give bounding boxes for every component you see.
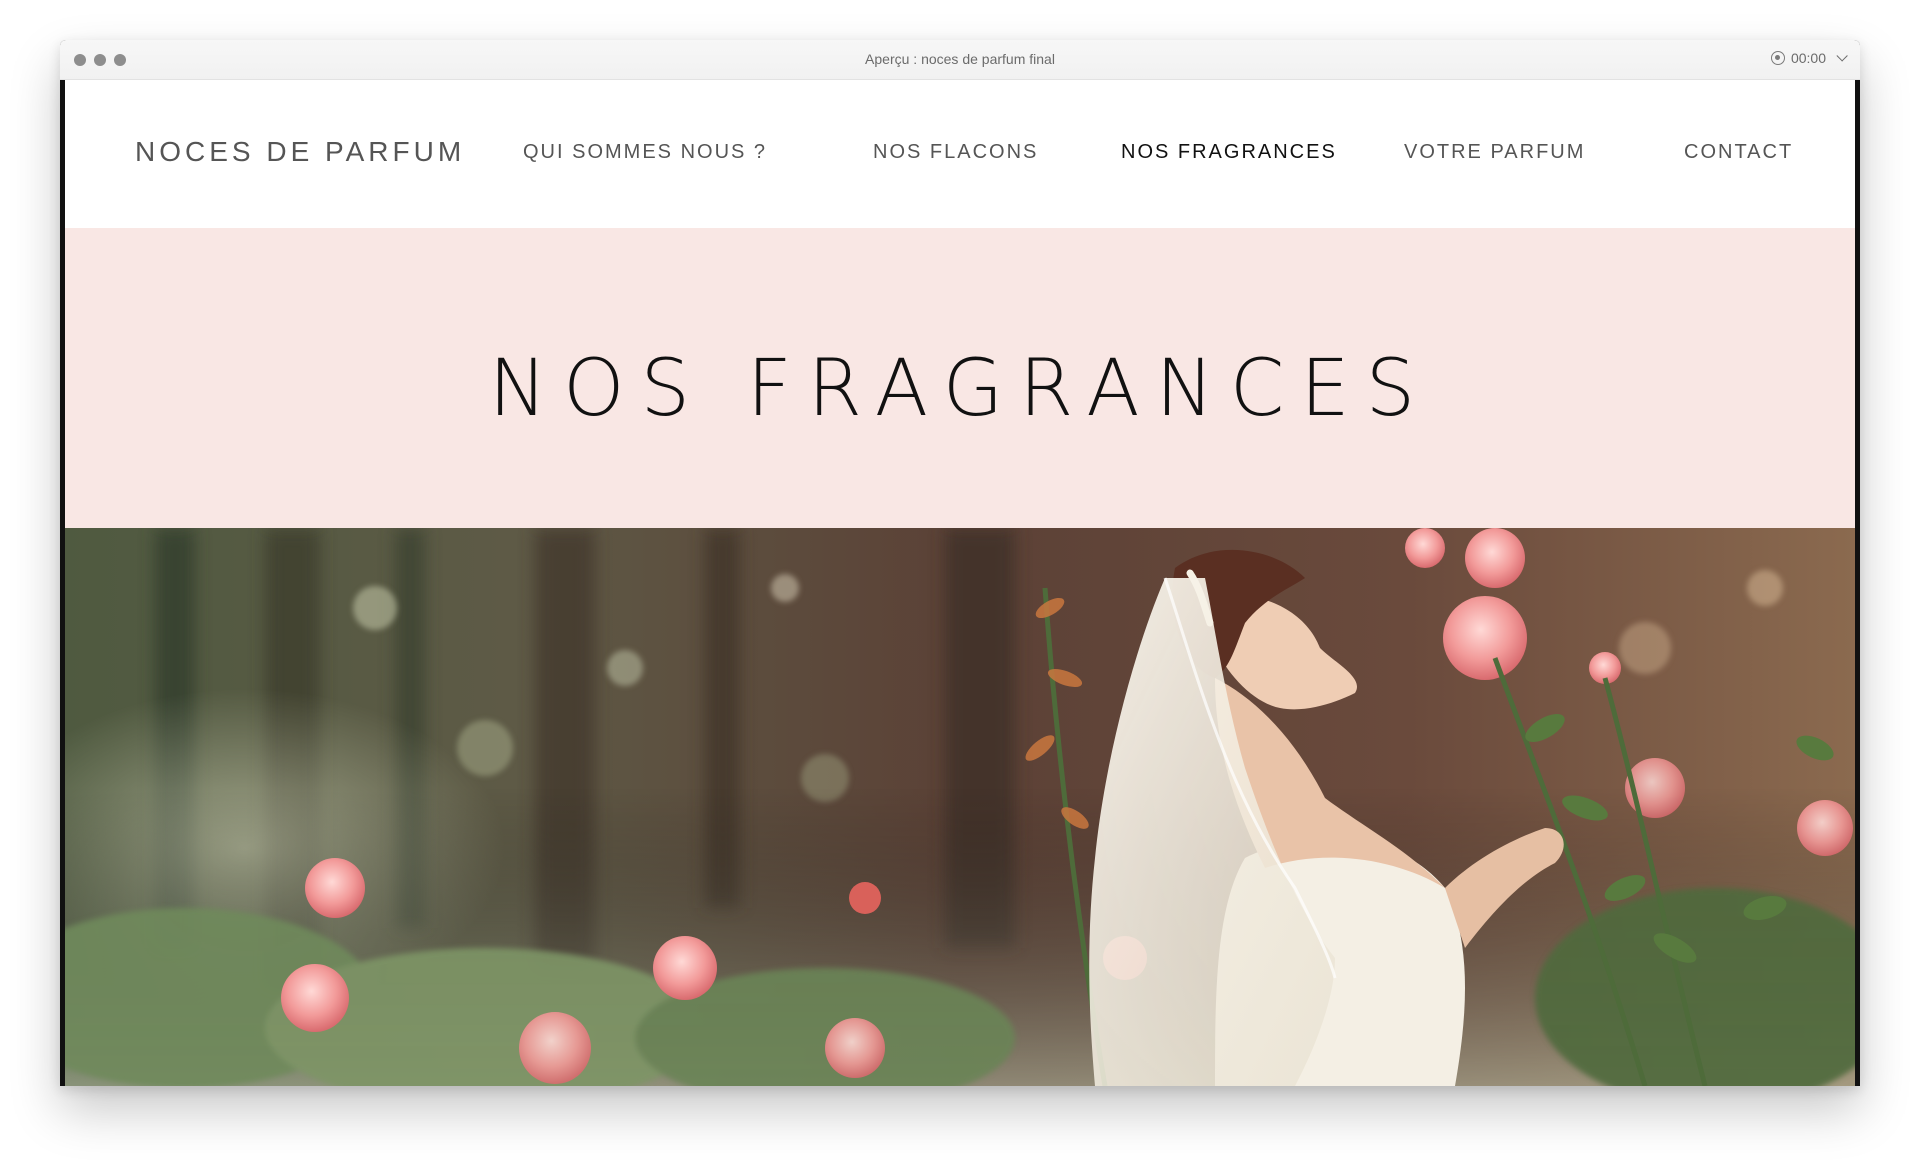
record-icon xyxy=(1770,51,1785,65)
nav-item-contact[interactable]: CONTACT xyxy=(1684,141,1793,164)
preview-window: Aperçu : noces de parfum final 00:00 NOC… xyxy=(60,40,1860,1086)
nav-item-votre-parfum[interactable]: VOTRE PARFUM xyxy=(1404,141,1585,164)
brand-logo[interactable]: NOCES DE PARFUM xyxy=(135,136,465,168)
bride-rose-garden-image xyxy=(65,528,1855,1086)
site-header: NOCES DE PARFUM QUI SOMMES NOUS ? NOS FL… xyxy=(65,80,1855,228)
page-viewport: NOCES DE PARFUM QUI SOMMES NOUS ? NOS FL… xyxy=(65,80,1855,1086)
recording-control[interactable]: 00:00 xyxy=(1770,50,1848,66)
nav-item-qui-sommes-nous[interactable]: QUI SOMMES NOUS ? xyxy=(523,141,767,164)
page-title: NOS FRAGRANCES xyxy=(488,344,1432,434)
hero-photo xyxy=(65,528,1855,1086)
window-title: Aperçu : noces de parfum final xyxy=(865,51,1055,67)
screen: Aperçu : noces de parfum final 00:00 NOC… xyxy=(0,0,1920,1166)
nav-item-nos-flacons[interactable]: NOS FLACONS xyxy=(873,141,1038,164)
nav-item-nos-fragrances[interactable]: NOS FRAGRANCES xyxy=(1121,141,1337,164)
recording-time: 00:00 xyxy=(1790,50,1826,66)
hero-banner: NOS FRAGRANCES xyxy=(65,228,1855,528)
title-bar: Aperçu : noces de parfum final 00:00 xyxy=(60,40,1860,80)
